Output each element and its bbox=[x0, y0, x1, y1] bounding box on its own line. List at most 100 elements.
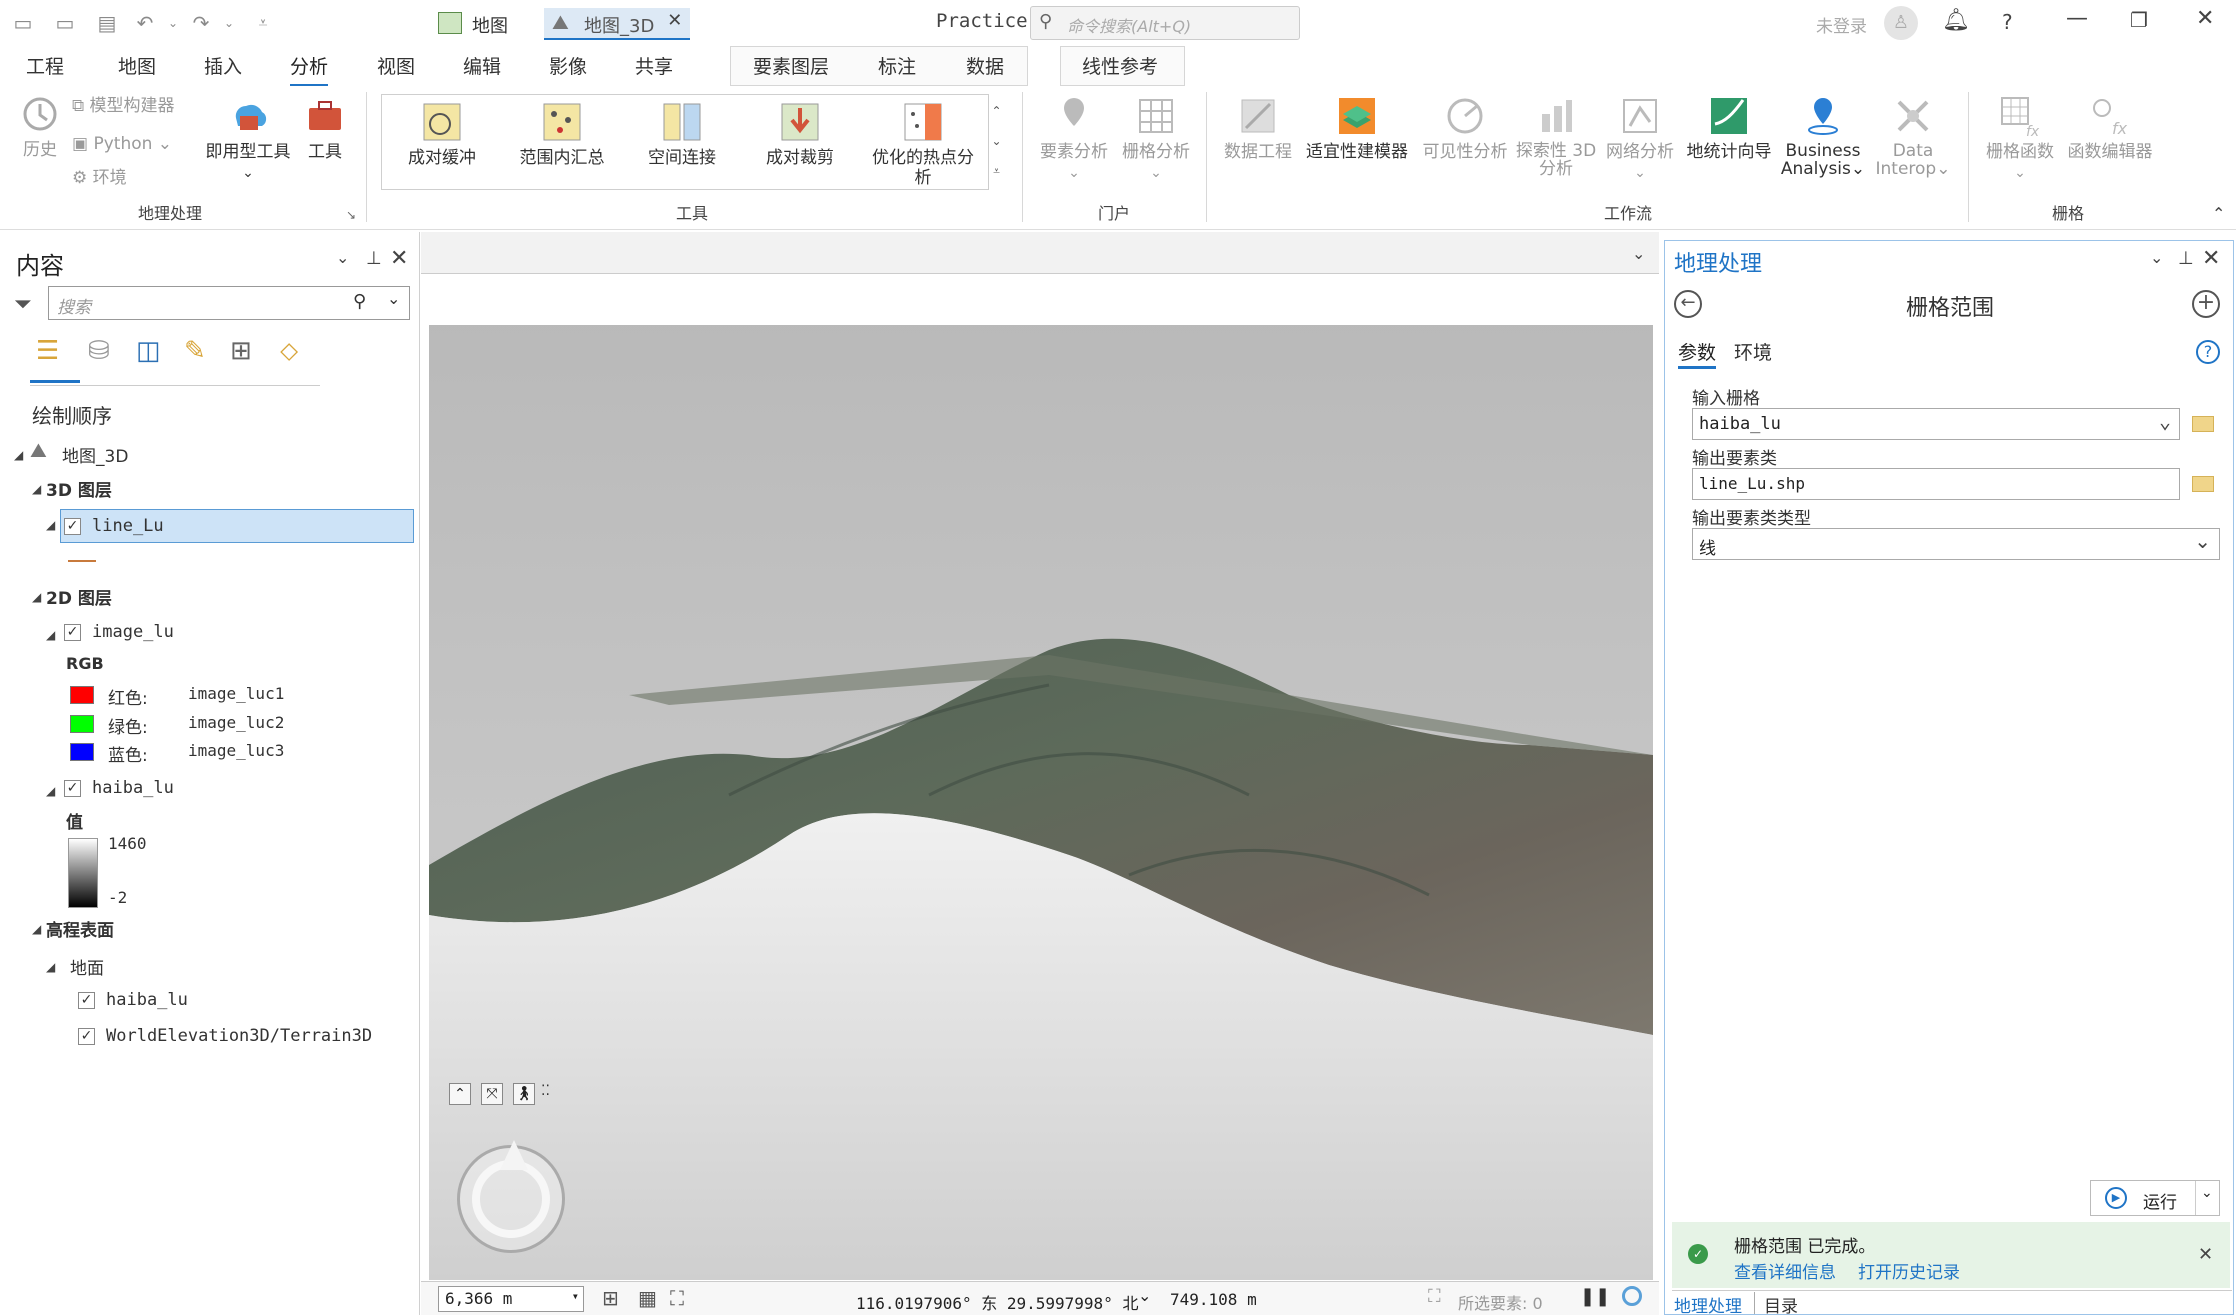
pairwise-buffer-button[interactable]: 成对缓冲 bbox=[400, 100, 484, 168]
elev-source-1-checkbox[interactable]: ✓ bbox=[78, 992, 95, 1009]
close-pane-icon[interactable]: ✕ bbox=[2202, 246, 2220, 271]
expand-line-layer-icon[interactable]: ◢ bbox=[46, 518, 55, 532]
user-avatar-icon[interactable]: ♙ bbox=[1884, 6, 1918, 40]
dem-layer-checkbox[interactable]: ✓ bbox=[64, 780, 81, 797]
view-details-link[interactable]: 查看详细信息 bbox=[1734, 1258, 1836, 1283]
elevation-surfaces-heading[interactable]: 高程表面 bbox=[46, 916, 114, 941]
visibility-analysis-button[interactable]: 可见性分析 bbox=[1418, 94, 1512, 162]
north-arrow-icon[interactable] bbox=[500, 1140, 528, 1170]
expand-2d-layers-icon[interactable]: ◢ bbox=[32, 590, 41, 604]
first-person-icon[interactable]: 🚶︎ bbox=[513, 1083, 535, 1105]
coordinate-format-icon[interactable]: ⌄ bbox=[1138, 1286, 1151, 1305]
expand-dem-layer-icon[interactable]: ◢ bbox=[46, 784, 55, 798]
line-layer-name[interactable]: line_Lu bbox=[92, 516, 164, 536]
add-tool-icon[interactable]: + bbox=[2192, 290, 2220, 318]
filter-icon[interactable]: ⏷ bbox=[14, 292, 32, 317]
input-raster-field[interactable]: haiba_lu bbox=[1692, 408, 2180, 440]
pairwise-clip-button[interactable]: 成对裁剪 bbox=[758, 100, 842, 168]
contents-search-input[interactable]: 搜索 ⚲ ⌄ bbox=[48, 286, 410, 320]
tab-edit[interactable]: 编辑 bbox=[463, 52, 501, 79]
raster-functions-button[interactable]: fx 栅格函数 ⌄ bbox=[1982, 94, 2058, 183]
full-extent-icon[interactable]: ⤧ bbox=[481, 1083, 503, 1105]
tab-feature-layer[interactable]: 要素图层 bbox=[753, 52, 829, 79]
list-by-selection-icon[interactable]: ◫ bbox=[136, 336, 161, 366]
python-button[interactable]: ▣ Python ⌄ bbox=[72, 134, 172, 154]
image-layer-name[interactable]: image_lu bbox=[92, 622, 174, 642]
tab-project[interactable]: 工程 bbox=[26, 52, 64, 79]
green-swatch[interactable] bbox=[70, 715, 94, 733]
redo-icon[interactable]: ↷ bbox=[188, 10, 214, 36]
tab-insert[interactable]: 插入 bbox=[204, 52, 242, 79]
close-tab-icon[interactable]: ✕ bbox=[667, 10, 682, 31]
layers-3d-heading[interactable]: 3D 图层 bbox=[46, 476, 112, 501]
expand-map-icon[interactable]: ◢ bbox=[14, 448, 23, 462]
heads-up-display-icon[interactable]: ⁚⁚ bbox=[541, 1083, 550, 1099]
bottom-tab-geoprocessing[interactable]: 地理处理 bbox=[1672, 1292, 1744, 1315]
ground-node[interactable]: 地面 bbox=[70, 954, 104, 979]
pin-icon[interactable]: ⊥ bbox=[366, 248, 382, 269]
expand-image-layer-icon[interactable]: ◢ bbox=[46, 628, 55, 642]
navigator-ring[interactable] bbox=[472, 1160, 550, 1238]
stretch-ramp[interactable] bbox=[68, 838, 98, 908]
list-by-editing-icon[interactable]: ✎ bbox=[184, 336, 206, 366]
tab-map-2d[interactable]: 地图 bbox=[432, 8, 518, 40]
redo-dropdown-icon[interactable]: ⌄ bbox=[216, 10, 242, 36]
exploratory-3d-button[interactable]: 探索性 3D 分析 bbox=[1514, 94, 1598, 178]
dem-layer-name[interactable]: haiba_lu bbox=[92, 778, 174, 798]
list-by-snapping-icon[interactable]: ⊞ bbox=[230, 336, 252, 366]
scene-view[interactable]: ⌃ ⤧ 🚶︎ ⁚⁚ bbox=[429, 275, 1653, 1280]
business-analysis-button[interactable]: Business Analysis⌄ bbox=[1778, 94, 1868, 178]
search-icon[interactable]: ⚲ bbox=[353, 291, 366, 312]
restore-icon[interactable]: ❐ bbox=[2130, 8, 2148, 32]
image-layer-checkbox[interactable]: ✓ bbox=[64, 624, 81, 641]
raster-analysis-button[interactable]: 栅格分析 ⌄ bbox=[1118, 94, 1194, 183]
refresh-icon[interactable] bbox=[1622, 1286, 1642, 1306]
output-type-field[interactable]: 线 bbox=[1692, 528, 2220, 560]
command-search-input[interactable]: ⚲ 命令搜索(Alt+Q) bbox=[1030, 6, 1300, 40]
scale-combo[interactable]: 6,366 m ▾ bbox=[438, 1286, 584, 1312]
nav-up-icon[interactable]: ⌃ bbox=[449, 1083, 471, 1105]
close-pane-icon[interactable]: ✕ bbox=[390, 246, 408, 271]
tabs-overflow-icon[interactable]: ⌄ bbox=[1632, 244, 1645, 263]
modelbuilder-button[interactable]: ⧉ 模型构建器 bbox=[72, 96, 175, 116]
tab-data[interactable]: 数据 bbox=[966, 52, 1004, 79]
dismiss-banner-icon[interactable]: ✕ bbox=[2198, 1244, 2213, 1265]
tab-share[interactable]: 共享 bbox=[635, 52, 673, 79]
tab-view[interactable]: 视图 bbox=[377, 52, 415, 79]
map-node[interactable]: 地图_3D bbox=[62, 442, 128, 467]
tab-labeling[interactable]: 标注 bbox=[878, 52, 916, 79]
environments-button[interactable]: ⚙ 环境 bbox=[72, 168, 127, 188]
suitability-modeler-button[interactable]: 适宜性建模器 bbox=[1302, 94, 1412, 162]
bottom-tab-catalog[interactable]: 目录 bbox=[1764, 1292, 1798, 1315]
collapse-ribbon-icon[interactable]: ⌃ bbox=[2212, 204, 2225, 223]
undo-dropdown-icon[interactable]: ⌄ bbox=[160, 10, 186, 36]
run-options-icon[interactable]: ⌄ bbox=[2201, 1185, 2213, 1201]
new-project-icon[interactable]: ▭ bbox=[10, 10, 36, 36]
tab-analysis[interactable]: 分析 bbox=[290, 52, 329, 87]
help-icon[interactable]: ? bbox=[2002, 10, 2013, 34]
signin-status[interactable]: 未登录 bbox=[1816, 12, 1867, 37]
tab-map[interactable]: 地图 bbox=[118, 52, 156, 79]
fixed-zoom-icon[interactable]: ⊞ bbox=[602, 1286, 619, 1310]
summarize-within-button[interactable]: 范围内汇总 bbox=[512, 100, 612, 168]
spatial-join-button[interactable]: 空间连接 bbox=[636, 100, 728, 168]
open-history-link[interactable]: 打开历史记录 bbox=[1858, 1258, 1960, 1283]
browse-folder-icon[interactable] bbox=[2192, 476, 2214, 492]
browse-folder-icon[interactable] bbox=[2192, 416, 2214, 432]
list-by-drawing-order-icon[interactable]: ☰ bbox=[36, 336, 76, 370]
list-by-source-icon[interactable]: ⛁ bbox=[88, 336, 110, 366]
grid-icon[interactable]: ▦ bbox=[638, 1286, 657, 1310]
tab-imagery[interactable]: 影像 bbox=[549, 52, 587, 79]
tab-parameters[interactable]: 参数 bbox=[1678, 338, 1716, 365]
help-icon[interactable]: ? bbox=[2196, 340, 2220, 364]
elev-source-1[interactable]: haiba_lu bbox=[106, 990, 188, 1010]
red-swatch[interactable] bbox=[70, 686, 94, 704]
save-project-icon[interactable]: ▤ bbox=[94, 10, 120, 36]
pause-drawing-icon[interactable]: ❚❚ bbox=[1580, 1286, 1610, 1307]
selected-features-count[interactable]: 所选要素: 0 bbox=[1458, 1290, 1543, 1314]
geostatistical-wizard-button[interactable]: 地统计向导 bbox=[1682, 94, 1776, 162]
line-layer-checkbox[interactable]: ✓ bbox=[64, 518, 81, 535]
run-button[interactable]: ▶ 运行 ⌄ bbox=[2090, 1180, 2220, 1216]
notification-bell-icon[interactable]: 🔔︎ bbox=[1942, 8, 1970, 33]
tab-linear-referencing[interactable]: 线性参考 bbox=[1082, 52, 1158, 79]
